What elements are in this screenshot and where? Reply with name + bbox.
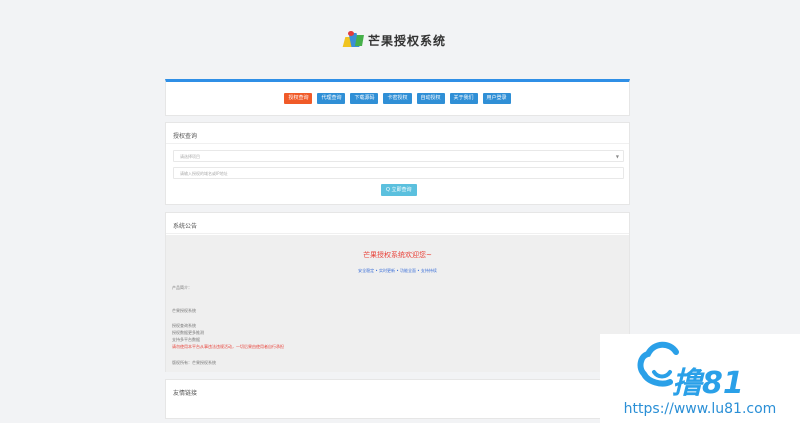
notice-line: 产品简介： xyxy=(172,285,192,290)
auth-query-title: 授权查询 xyxy=(166,123,629,144)
main-nav: 授权查询 代理查询 下载源码 卡密授权 自动授权 关于我们 用户登录 xyxy=(166,82,629,104)
nav-card-auth-button[interactable]: 卡密授权 xyxy=(383,93,412,104)
chevron-down-icon: ▼ xyxy=(615,154,619,159)
watermark-brand: 撸81 xyxy=(672,366,744,401)
notice-line: 支持多平台数据 xyxy=(172,337,200,342)
mango-logo-icon xyxy=(342,31,364,49)
site-logo[interactable]: 芒果授权系统 xyxy=(342,31,447,49)
site-title: 芒果授权系统 xyxy=(368,33,447,48)
nav-login-button[interactable]: 用户登录 xyxy=(482,93,511,104)
notice-features: 安全稳定 • 实时更新 • 功能全面 • 支持持续 xyxy=(358,268,437,273)
notice-title: 系统公告 xyxy=(166,213,629,234)
watermark: 撸81 https://www.lu81.com xyxy=(600,334,800,423)
domain-input-placeholder: 请输入授权的域名或IP地址 xyxy=(180,171,228,176)
nav-agent-query-button[interactable]: 代理查询 xyxy=(317,93,346,104)
notice-copyright: 版权所有：芒果授权系统 xyxy=(172,360,216,365)
notice-line: 授权数据更多推测 xyxy=(172,330,204,335)
nav-download-button[interactable]: 下载源码 xyxy=(350,93,379,104)
nav-auto-auth-button[interactable]: 自动授权 xyxy=(416,93,445,104)
project-select[interactable]: 请选择项目 ▼ xyxy=(173,150,624,162)
notice-line: 芒果授权系统 xyxy=(172,308,196,313)
nav-panel: 授权查询 代理查询 下载源码 卡密授权 自动授权 关于我们 用户登录 xyxy=(165,79,630,116)
auth-query-panel: 授权查询 请选择项目 ▼ 请输入授权的域名或IP地址 Q 立即查询 xyxy=(165,122,630,205)
notice-welcome: 芒果授权系统欢迎您~ xyxy=(363,251,432,259)
notice-line: 授权查询系统 xyxy=(172,323,196,328)
links-panel: 友情链接 xyxy=(165,379,630,419)
query-now-button[interactable]: Q 立即查询 xyxy=(381,184,417,196)
notice-panel: 系统公告 芒果授权系统欢迎您~ 安全稳定 • 实时更新 • 功能全面 • 支持持… xyxy=(165,212,630,372)
notice-body: 芒果授权系统欢迎您~ 安全稳定 • 实时更新 • 功能全面 • 支持持续 产品简… xyxy=(166,235,629,372)
links-title: 友情链接 xyxy=(173,390,198,397)
notice-warning: 请勿使用本平台从事违法违规活动，一切后果由使用者自行承担 xyxy=(172,344,284,349)
project-select-placeholder: 请选择项目 xyxy=(180,154,200,159)
nav-about-button[interactable]: 关于我们 xyxy=(449,93,478,104)
nav-auth-query-button[interactable]: 授权查询 xyxy=(284,93,313,104)
domain-input[interactable]: 请输入授权的域名或IP地址 xyxy=(173,167,624,179)
watermark-url: https://www.lu81.com xyxy=(623,401,777,417)
